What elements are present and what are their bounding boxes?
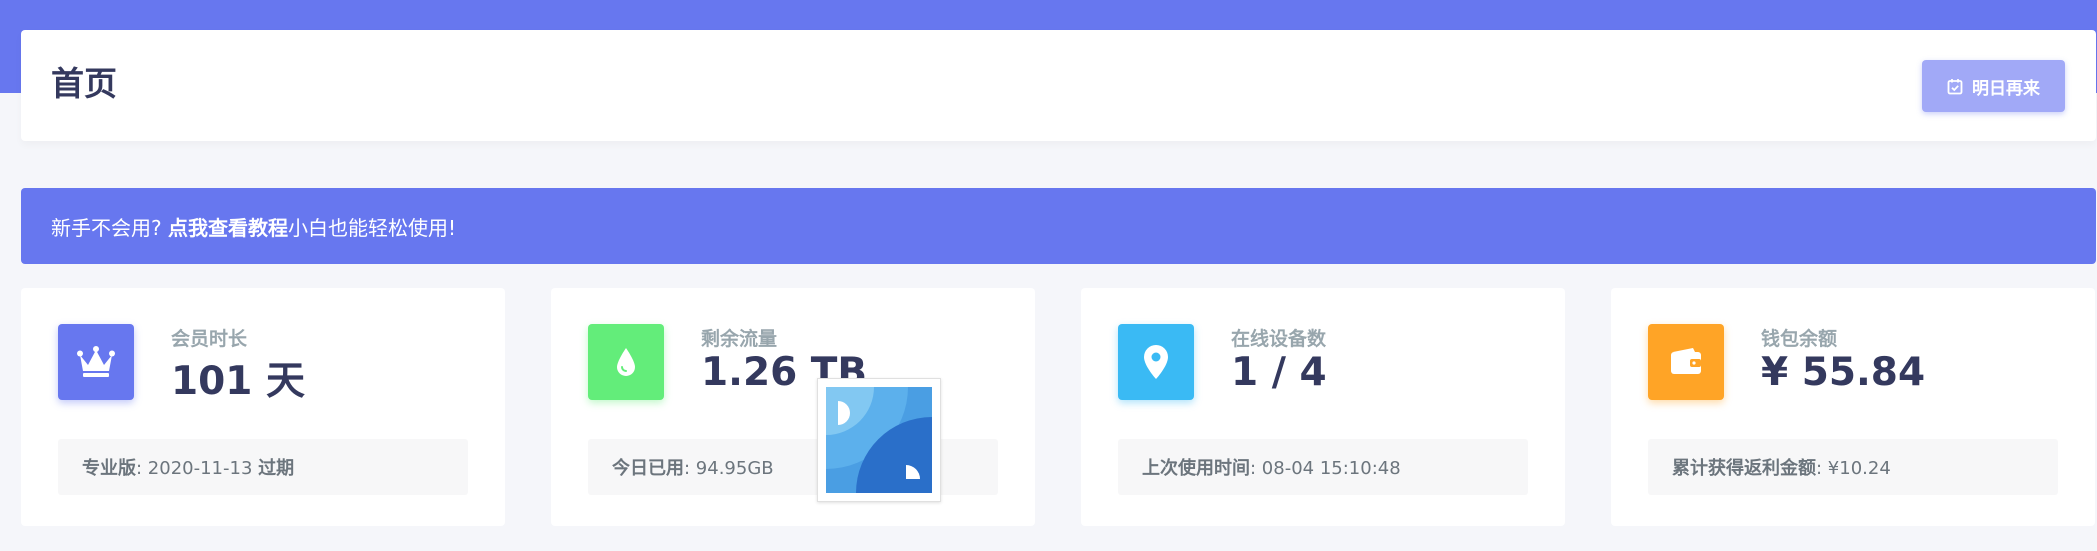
stat-label: 在线设备数 [1231, 328, 1327, 350]
stat-value: 101 天 [171, 359, 305, 404]
footer-value: ¥10.24 [1827, 458, 1891, 479]
footer-label: 累计获得返利金额 [1672, 458, 1816, 479]
checkin-label: 明日再来 [1972, 78, 2040, 99]
wallet-icon [1648, 324, 1724, 400]
map-marker-icon [1118, 324, 1194, 400]
devices-card: 在线设备数 1 / 4 上次使用时间: 08-04 15:10:48 [1081, 288, 1565, 526]
stat-label: 会员时长 [171, 328, 248, 350]
loading-widget [817, 378, 941, 502]
stat-footer: 累计获得返利金额: ¥10.24 [1648, 439, 2058, 495]
stat-footer: 专业版: 2020-11-13 过期 [58, 439, 468, 495]
traffic-card: 剩余流量 1.26 TB 今日已用: 94.95GB [551, 288, 1035, 526]
footer-label: 今日已用 [612, 458, 684, 479]
stat-footer: 上次使用时间: 08-04 15:10:48 [1118, 439, 1528, 495]
crown-icon [58, 324, 134, 400]
footer-label: 专业版 [82, 458, 136, 479]
notice-banner: 新手不会用? 点我查看教程小白也能轻松使用! [21, 188, 2096, 264]
membership-card: 会员时长 101 天 专业版: 2020-11-13 过期 [21, 288, 505, 526]
page-title: 首页 [51, 64, 117, 103]
page-header: 首页 明日再来 [21, 30, 2096, 141]
stat-value: 1 / 4 [1231, 350, 1327, 395]
footer-value: 08-04 15:10:48 [1261, 458, 1401, 479]
footer-label: 上次使用时间 [1142, 458, 1250, 479]
stat-value: ¥ 55.84 [1761, 350, 1926, 395]
stat-label: 钱包余额 [1761, 328, 1838, 350]
checkin-button[interactable]: 明日再来 [1922, 60, 2065, 112]
stat-label: 剩余流量 [701, 328, 778, 350]
footer-value: 94.95GB [695, 458, 774, 479]
notice-prefix: 新手不会用? [51, 215, 162, 240]
droplet-icon [588, 324, 664, 400]
footer-suffix: 过期 [258, 458, 295, 479]
loading-graphic [826, 387, 932, 493]
calendar-check-icon [1947, 78, 1963, 95]
tutorial-link[interactable]: 点我查看教程 [168, 216, 288, 240]
notice-suffix: 小白也能轻松使用! [287, 215, 457, 240]
wallet-card: 钱包余额 ¥ 55.84 累计获得返利金额: ¥10.24 [1611, 288, 2095, 526]
footer-value: 2020-11-13 [147, 458, 253, 479]
